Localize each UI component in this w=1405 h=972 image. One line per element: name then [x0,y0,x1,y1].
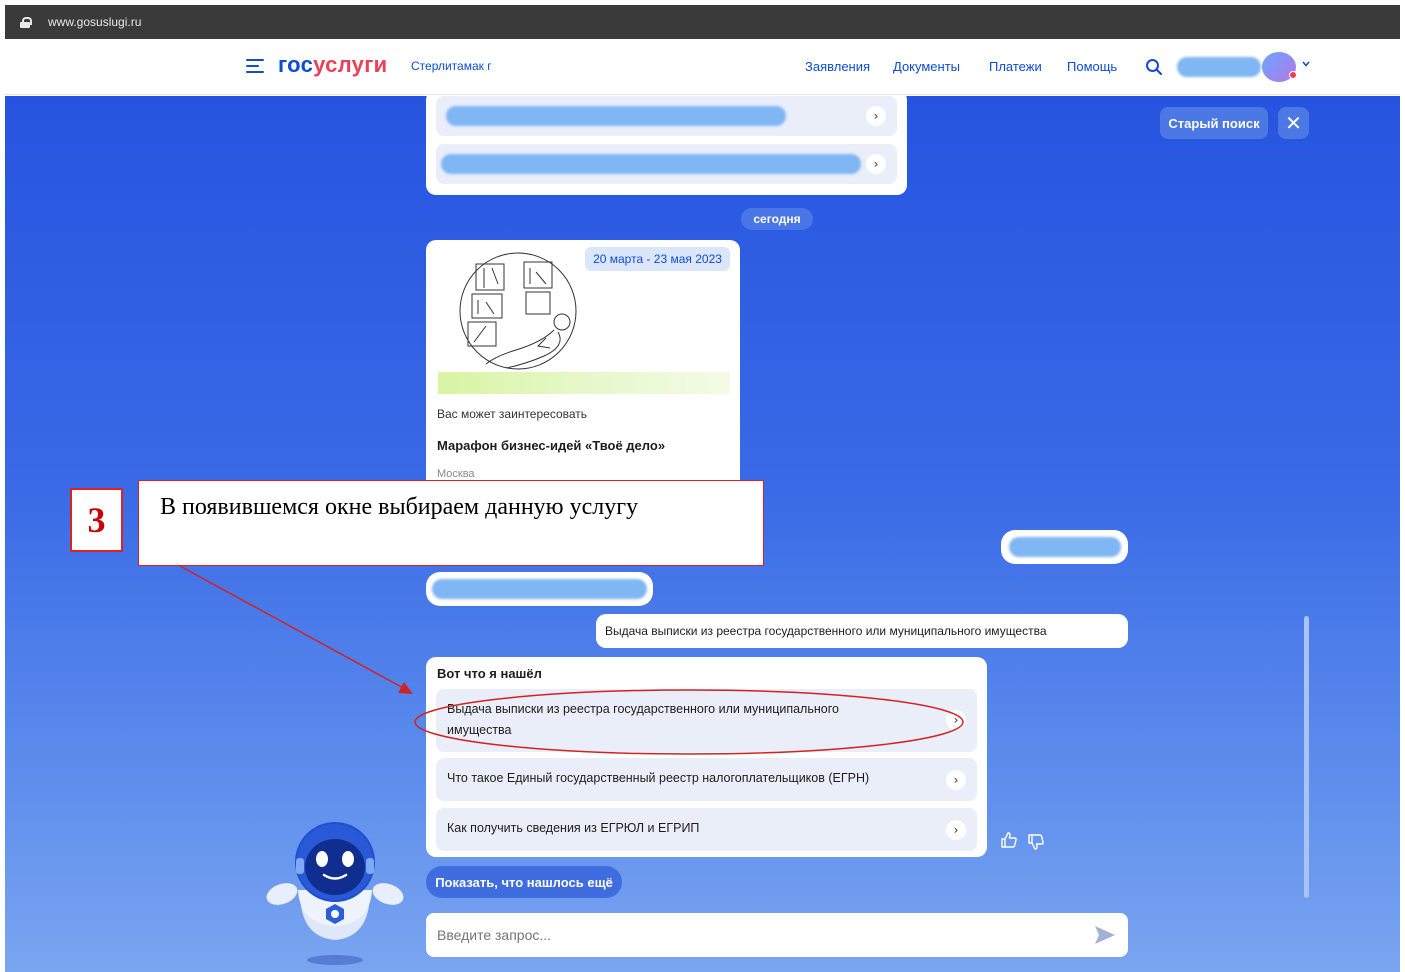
query-input[interactable] [426,913,1086,957]
result-item[interactable]: Что такое Единый государственный реестр … [436,758,977,801]
event-subtitle: Вас может заинтересовать [437,407,588,421]
event-date-badge: 20 марта - 23 мая 2023 [585,247,730,271]
chevron-right-icon: › [946,710,966,730]
old-search-button[interactable]: Старый поиск [1160,107,1268,139]
close-icon[interactable]: ✕ [1278,107,1309,139]
chevron-right-icon: › [946,820,966,840]
result-item-label-line2: имущества [447,723,512,737]
redacted-text [441,154,861,174]
city-selector[interactable]: Стерлитамак г [411,59,492,73]
nav-documents[interactable]: Документы [893,59,960,74]
result-item[interactable]: Как получить сведения из ЕГРЮЛ и ЕГРИП › [436,808,977,851]
show-more-button[interactable]: Показать, что нашлось ещё [426,866,622,898]
bot-message-redacted [426,572,653,606]
scrollbar[interactable] [1304,616,1309,898]
result-item-label: Выдача выписки из реестра государственно… [447,702,839,716]
list-item[interactable]: › [436,144,897,184]
nav-applications[interactable]: Заявления [805,59,870,74]
chevron-right-icon: › [866,106,886,126]
menu-icon[interactable] [246,59,264,73]
browser-address-bar: www.gosuslugi.ru [5,5,1400,39]
lock-icon [20,16,32,28]
nav-payments[interactable]: Платежи [989,59,1042,74]
notification-dot [1289,71,1297,79]
illustration-image [459,252,577,370]
logo-part-gos: гос [278,52,314,77]
site-header: госуслуги Стерлитамак г Заявления Докуме… [5,39,1400,95]
nav-help[interactable]: Помощь [1067,59,1117,74]
search-icon[interactable] [1145,58,1163,76]
redacted-text [446,106,786,126]
event-title[interactable]: Марафон бизнес-идей «Твоё дело» [437,438,665,453]
query-input-container [426,913,1128,957]
chevron-right-icon: › [866,154,886,174]
result-item[interactable]: Выдача выписки из реестра государственно… [436,689,977,752]
user-message-redacted [1001,530,1128,564]
browser-url[interactable]: www.gosuslugi.ru [48,15,141,29]
result-item-label: Что такое Единый государственный реестр … [447,771,870,785]
annotation-text: В появившемся окне выбираем данную услуг… [160,494,639,520]
event-city: Москва [437,468,475,480]
event-card[interactable]: 20 марта - 23 мая 2023 Вас может заинтер… [426,240,740,490]
redacted-text [432,579,647,599]
search-results-card: Вот что я нашёл Выдача выписки из реестр… [426,657,987,857]
chevron-down-icon[interactable] [1301,59,1311,69]
user-query-text: Выдача выписки из реестра государственно… [605,624,1047,638]
chevron-right-icon: › [946,770,966,790]
illustration-ground [438,372,730,394]
annotation-step-number: 3 [70,488,123,552]
results-heading: Вот что я нашёл [437,666,542,681]
thumbs-up-icon[interactable] [1000,831,1018,849]
previous-results-card: › › [426,96,907,195]
robot-assistant-icon [266,822,404,965]
thumbs-down-icon[interactable] [1027,833,1045,851]
date-separator: сегодня [741,208,813,230]
redacted-text [1009,537,1121,557]
list-item[interactable]: › [436,96,897,136]
result-item-label: Как получить сведения из ЕГРЮЛ и ЕГРИП [447,821,700,835]
annotation-callout [138,480,764,566]
user-query-bubble: Выдача выписки из реестра государственно… [596,614,1128,648]
gosuslugi-logo[interactable]: госуслуги [278,52,388,78]
logo-part-uslugi: услуги [313,52,388,77]
send-icon[interactable] [1093,924,1117,946]
profile-name-redacted[interactable] [1177,57,1261,77]
